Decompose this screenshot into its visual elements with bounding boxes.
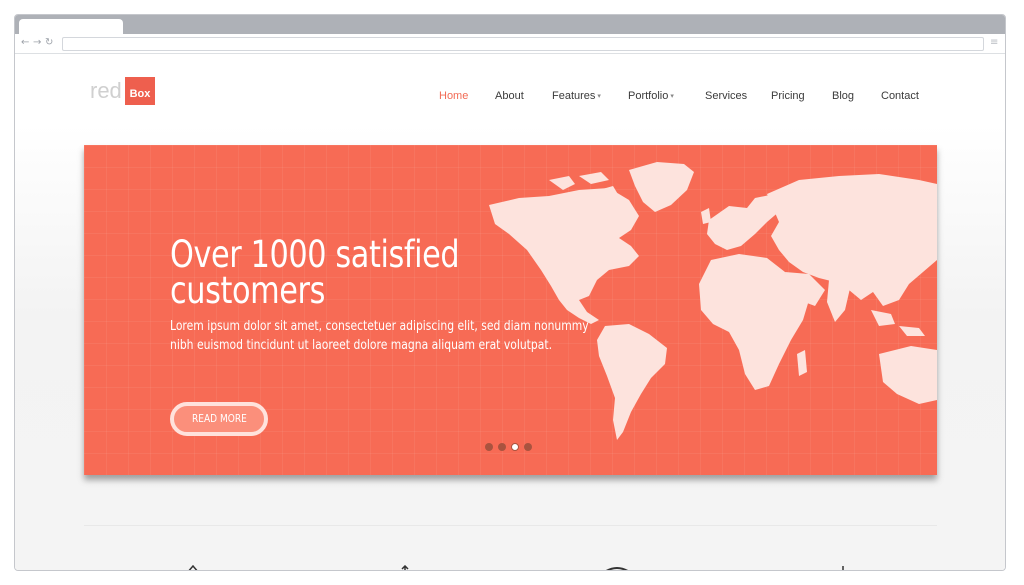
nav-features[interactable]: Features ▾: [552, 89, 601, 104]
nav-features-label: Features: [552, 90, 596, 102]
hero-headline-line1: Over 1000 satisfied: [170, 233, 460, 276]
feature-icon-partial: [188, 565, 198, 570]
hero-headline: Over 1000 satisfied customers: [170, 233, 482, 312]
chevron-down-icon: ▾: [597, 93, 601, 100]
slider-dot-1[interactable]: [485, 443, 493, 451]
back-icon[interactable]: ←: [21, 36, 29, 50]
feature-icon-partial: [401, 565, 409, 570]
nav-portfolio[interactable]: Portfolio ▾: [628, 89, 674, 104]
feature-icon-partial: [605, 567, 629, 570]
reload-icon[interactable]: ↻: [45, 36, 53, 50]
address-bar[interactable]: [62, 37, 984, 51]
nav-about[interactable]: About: [495, 89, 524, 103]
slider-dot-2[interactable]: [498, 443, 506, 451]
nav-portfolio-label: Portfolio: [628, 90, 669, 102]
forward-icon[interactable]: →: [33, 36, 41, 50]
read-more-label: READ MORE: [191, 412, 247, 425]
slider-dot-4[interactable]: [524, 443, 532, 451]
feature-icon-partial: [842, 566, 844, 570]
hero-headline-line2: customers: [170, 269, 325, 312]
nav-pricing[interactable]: Pricing: [771, 89, 805, 103]
browser-tab[interactable]: [19, 19, 123, 35]
logo-badge: Box: [125, 77, 155, 105]
menu-icon[interactable]: ≡: [990, 36, 1000, 50]
slider-dot-3[interactable]: [511, 443, 519, 451]
hero-slider[interactable]: Over 1000 satisfied customers Lorem ipsu…: [84, 145, 937, 475]
nav-services[interactable]: Services: [705, 89, 747, 103]
browser-tab-strip: [15, 15, 1005, 35]
logo-text: red: [90, 78, 122, 103]
nav-contact[interactable]: Contact: [881, 89, 919, 103]
nav-blog[interactable]: Blog: [832, 89, 854, 103]
browser-toolbar: ← → ↻ ≡: [15, 34, 1005, 54]
read-more-button[interactable]: READ MORE: [170, 402, 268, 436]
world-map-image: [489, 162, 937, 440]
browser-window: ← → ↻ ≡ red Box Home About Features ▾ Por…: [14, 14, 1006, 571]
nav-home[interactable]: Home: [439, 89, 468, 103]
web-page: red Box Home About Features ▾ Portfolio ▾ …: [15, 55, 1005, 570]
hero-description: Lorem ipsum dolor sit amet, consectetuer…: [170, 319, 589, 353]
chevron-down-icon: ▾: [670, 93, 674, 100]
section-divider: [84, 525, 937, 526]
